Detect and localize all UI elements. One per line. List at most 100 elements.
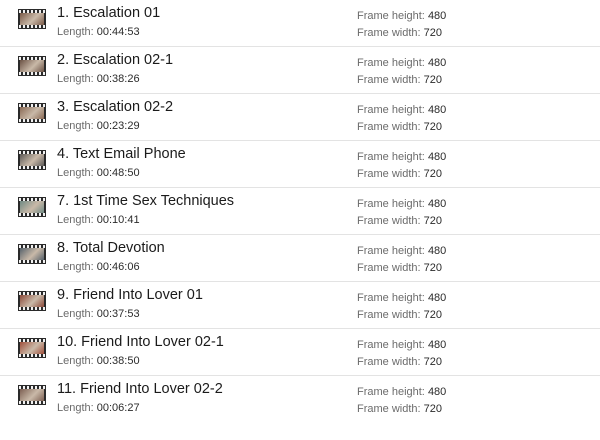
frame-height-value: 480 <box>427 104 447 116</box>
list-item[interactable]: 9. Friend Into Lover 01 Length: 00:37:53… <box>0 282 600 329</box>
frame-width-line: Frame width: 720 <box>357 166 446 183</box>
length-value: 00:38:50 <box>96 355 140 367</box>
frame-properties: Frame height: 480 Frame width: 720 <box>357 149 446 183</box>
file-list: 1. Escalation 01 Length: 00:44:53 Frame … <box>0 0 600 423</box>
frame-height-line: Frame height: 480 <box>357 384 446 401</box>
length-meta: Length: 00:10:41 <box>57 214 140 226</box>
list-item[interactable]: 1. Escalation 01 Length: 00:44:53 Frame … <box>0 0 600 47</box>
frame-width-label: Frame width: <box>357 262 421 274</box>
frame-width-value: 720 <box>423 168 442 180</box>
file-title: 9. Friend Into Lover 01 <box>57 287 203 303</box>
video-thumbnail <box>20 60 44 72</box>
frame-width-label: Frame width: <box>357 356 421 368</box>
video-thumbnail <box>20 154 44 166</box>
frame-width-value: 720 <box>423 215 442 227</box>
length-label: Length: <box>57 261 94 273</box>
frame-height-value: 480 <box>427 198 447 210</box>
video-thumbnail <box>20 201 44 213</box>
frame-height-label: Frame height: <box>357 104 425 116</box>
frame-height-value: 480 <box>427 339 447 351</box>
frame-width-label: Frame width: <box>357 309 421 321</box>
file-title: 11. Friend Into Lover 02-2 <box>57 381 223 397</box>
frame-width-line: Frame width: 720 <box>357 25 446 42</box>
frame-width-line: Frame width: 720 <box>357 119 446 136</box>
video-file-icon <box>18 338 46 358</box>
video-thumbnail <box>20 295 44 307</box>
video-file-icon <box>18 291 46 311</box>
file-title: 8. Total Devotion <box>57 240 165 256</box>
length-label: Length: <box>57 308 94 320</box>
length-value: 00:23:29 <box>96 120 140 132</box>
frame-height-label: Frame height: <box>357 245 425 257</box>
video-thumbnail <box>20 107 44 119</box>
frame-width-line: Frame width: 720 <box>357 307 446 324</box>
video-file-icon <box>18 56 46 76</box>
frame-width-line: Frame width: 720 <box>357 72 446 89</box>
list-item[interactable]: 10. Friend Into Lover 02-1 Length: 00:38… <box>0 329 600 376</box>
frame-width-label: Frame width: <box>357 168 421 180</box>
frame-width-line: Frame width: 720 <box>357 260 446 277</box>
frame-height-line: Frame height: 480 <box>357 102 446 119</box>
video-thumbnail <box>20 248 44 260</box>
video-thumbnail <box>20 342 44 354</box>
frame-height-line: Frame height: 480 <box>357 243 446 260</box>
frame-width-label: Frame width: <box>357 215 421 227</box>
list-item[interactable]: 2. Escalation 02-1 Length: 00:38:26 Fram… <box>0 47 600 94</box>
frame-width-label: Frame width: <box>357 121 421 133</box>
frame-width-label: Frame width: <box>357 403 421 415</box>
frame-width-label: Frame width: <box>357 27 421 39</box>
video-file-icon <box>18 197 46 217</box>
frame-width-value: 720 <box>423 309 442 321</box>
file-title: 2. Escalation 02-1 <box>57 52 174 68</box>
frame-width-value: 720 <box>423 356 442 368</box>
video-file-icon <box>18 244 46 264</box>
frame-width-value: 720 <box>423 74 442 86</box>
frame-properties: Frame height: 480 Frame width: 720 <box>357 243 446 277</box>
frame-properties: Frame height: 480 Frame width: 720 <box>357 337 446 371</box>
frame-height-value: 480 <box>427 10 447 22</box>
frame-height-label: Frame height: <box>357 198 425 210</box>
video-file-icon <box>18 385 46 405</box>
frame-properties: Frame height: 480 Frame width: 720 <box>357 384 446 418</box>
length-value: 00:10:41 <box>96 214 140 226</box>
length-label: Length: <box>57 167 94 179</box>
frame-height-label: Frame height: <box>357 151 425 163</box>
video-thumbnail <box>20 389 44 401</box>
video-file-icon <box>18 9 46 29</box>
list-item[interactable]: 4. Text Email Phone Length: 00:48:50 Fra… <box>0 141 600 188</box>
file-title: 3. Escalation 02-2 <box>57 99 174 115</box>
list-item[interactable]: 11. Friend Into Lover 02-2 Length: 00:06… <box>0 376 600 423</box>
frame-height-line: Frame height: 480 <box>357 196 446 213</box>
length-value: 00:38:26 <box>96 73 140 85</box>
length-meta: Length: 00:48:50 <box>57 167 140 179</box>
list-item[interactable]: 3. Escalation 02-2 Length: 00:23:29 Fram… <box>0 94 600 141</box>
length-meta: Length: 00:44:53 <box>57 26 140 38</box>
frame-width-line: Frame width: 720 <box>357 401 446 418</box>
frame-height-label: Frame height: <box>357 57 425 69</box>
length-meta: Length: 00:38:26 <box>57 73 140 85</box>
list-item[interactable]: 7. 1st Time Sex Techniques Length: 00:10… <box>0 188 600 235</box>
file-title: 10. Friend Into Lover 02-1 <box>57 334 224 350</box>
video-thumbnail <box>20 13 44 25</box>
frame-width-value: 720 <box>423 403 442 415</box>
frame-properties: Frame height: 480 Frame width: 720 <box>357 196 446 230</box>
length-value: 00:46:06 <box>96 261 140 273</box>
frame-width-value: 720 <box>423 121 442 133</box>
frame-width-line: Frame width: 720 <box>357 213 446 230</box>
frame-height-value: 480 <box>427 292 447 304</box>
frame-height-line: Frame height: 480 <box>357 8 446 25</box>
frame-width-line: Frame width: 720 <box>357 354 446 371</box>
frame-width-value: 720 <box>423 262 442 274</box>
frame-properties: Frame height: 480 Frame width: 720 <box>357 290 446 324</box>
frame-height-line: Frame height: 480 <box>357 337 446 354</box>
frame-height-line: Frame height: 480 <box>357 290 446 307</box>
length-value: 00:06:27 <box>96 402 140 414</box>
list-item[interactable]: 8. Total Devotion Length: 00:46:06 Frame… <box>0 235 600 282</box>
file-title: 4. Text Email Phone <box>57 146 186 162</box>
frame-height-label: Frame height: <box>357 10 425 22</box>
length-label: Length: <box>57 355 94 367</box>
frame-properties: Frame height: 480 Frame width: 720 <box>357 55 446 89</box>
frame-height-value: 480 <box>427 151 447 163</box>
length-meta: Length: 00:46:06 <box>57 261 140 273</box>
length-label: Length: <box>57 214 94 226</box>
